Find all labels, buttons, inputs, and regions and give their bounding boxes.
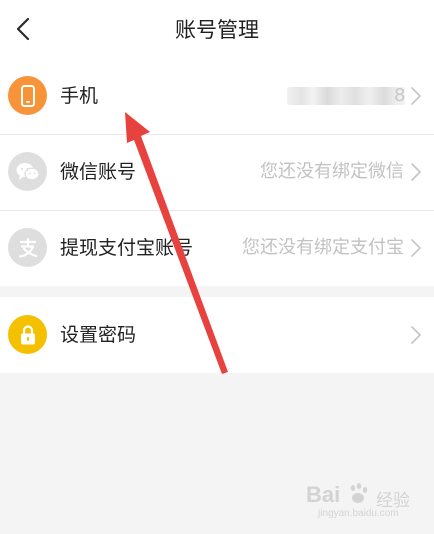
chevron-right-icon bbox=[411, 239, 421, 257]
set-password-label: 设置密码 bbox=[60, 324, 137, 346]
watermark-brand: Bai bbox=[306, 482, 341, 507]
baidu-jingyan-watermark: Bai 经验 jingyan.baidu.com bbox=[300, 478, 430, 528]
list-item-set-password[interactable]: 设置密码 bbox=[0, 297, 434, 373]
top-bar: 账号管理 bbox=[0, 0, 434, 59]
alipay-label: 提现支付宝账号 bbox=[60, 237, 194, 259]
watermark-url: jingyan.baidu.com bbox=[318, 508, 399, 519]
account-list: 手机 8 微信账号 您还没有绑定微信 提现支付宝账号 您还没有绑定支付宝 bbox=[0, 58, 434, 286]
security-list: 设置密码 bbox=[0, 297, 434, 373]
phone-number-blurred bbox=[287, 87, 405, 105]
back-button[interactable] bbox=[0, 0, 46, 58]
back-arrow-icon bbox=[16, 17, 30, 41]
chevron-right-icon bbox=[411, 87, 421, 105]
chevron-right-icon bbox=[411, 163, 421, 181]
phone-label: 手机 bbox=[60, 85, 99, 107]
list-item-wechat[interactable]: 微信账号 您还没有绑定微信 bbox=[0, 134, 434, 210]
wechat-icon bbox=[8, 152, 47, 191]
chevron-right-icon bbox=[411, 326, 421, 344]
phone-number-last-digit: 8 bbox=[394, 85, 406, 106]
list-item-phone[interactable]: 手机 8 bbox=[0, 58, 434, 134]
alipay-icon bbox=[8, 228, 47, 267]
lock-icon bbox=[8, 315, 47, 354]
page-title: 账号管理 bbox=[175, 18, 259, 42]
wechat-label: 微信账号 bbox=[60, 161, 137, 183]
phone-icon bbox=[8, 76, 47, 115]
paw-logo-icon bbox=[350, 483, 368, 503]
wechat-status: 您还没有绑定微信 bbox=[260, 161, 404, 182]
list-item-alipay[interactable]: 提现支付宝账号 您还没有绑定支付宝 bbox=[0, 210, 434, 286]
alipay-status: 您还没有绑定支付宝 bbox=[242, 237, 404, 258]
